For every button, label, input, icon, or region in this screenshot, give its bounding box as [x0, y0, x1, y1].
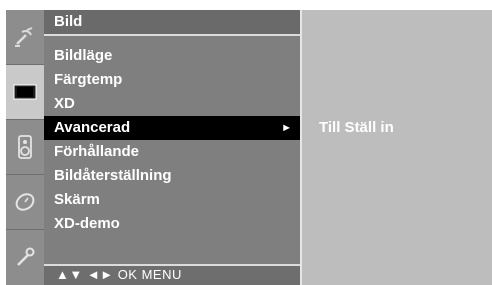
menu-item-label: Färgtemp — [54, 71, 123, 88]
satellite-dish-icon — [15, 27, 33, 47]
menu-item-label: Avancerad — [54, 119, 131, 136]
menu-item-label: Bildläge — [54, 47, 113, 64]
menu-item-label: Skärm — [54, 191, 100, 208]
navigation-hint-bar: ▲▼ ◄► OK MENU — [44, 266, 300, 285]
submenu-panel: Till Ställ in — [300, 10, 492, 285]
submenu-arrow-icon: ► — [281, 122, 292, 134]
menu-list: Bildläge Färgtemp XD Avancerad ► Förhåll… — [44, 44, 300, 236]
menu-item-label: Förhållande — [54, 143, 140, 160]
speaker-icon — [18, 135, 32, 159]
wrench-icon — [17, 247, 35, 266]
tv-osd-screen: Bild Bildläge Färgtemp XD Avancerad ► Fö… — [0, 0, 492, 285]
title-divider — [44, 34, 300, 36]
menu-item-xd[interactable]: XD — [44, 92, 300, 116]
category-time[interactable] — [6, 175, 44, 230]
menu-item-label: Bildåterställning — [54, 167, 172, 184]
picture-icon — [13, 84, 37, 100]
menu-item-bildaterstallning[interactable]: Bildåterställning — [44, 164, 300, 188]
category-sound[interactable] — [6, 120, 44, 175]
menu-item-forhallande[interactable]: Förhållande — [44, 140, 300, 164]
menu-item-skarm[interactable]: Skärm — [44, 188, 300, 212]
menu-title-bar: Bild — [44, 10, 300, 34]
menu-item-label: XD-demo — [54, 215, 120, 232]
menu-item-xd-demo[interactable]: XD-demo — [44, 212, 300, 236]
category-icon-strip — [6, 10, 44, 285]
menu-item-fargtemp[interactable]: Färgtemp — [44, 68, 300, 92]
category-setup[interactable] — [6, 10, 44, 65]
category-option[interactable] — [6, 230, 44, 284]
category-picture[interactable] — [6, 65, 44, 120]
menu-title: Bild — [54, 13, 83, 30]
submenu-hint-text: Till Ställ in — [319, 119, 394, 136]
menu-item-avancerad[interactable]: Avancerad ► — [44, 116, 300, 140]
picture-menu-panel: Bild Bildläge Färgtemp XD Avancerad ► Fö… — [44, 10, 300, 285]
submenu-divider — [300, 10, 302, 285]
clock-icon — [15, 193, 35, 211]
menu-item-label: XD — [54, 95, 75, 112]
menu-item-bildlage[interactable]: Bildläge — [44, 44, 300, 68]
navigation-hint: ▲▼ ◄► OK MENU — [56, 267, 182, 282]
